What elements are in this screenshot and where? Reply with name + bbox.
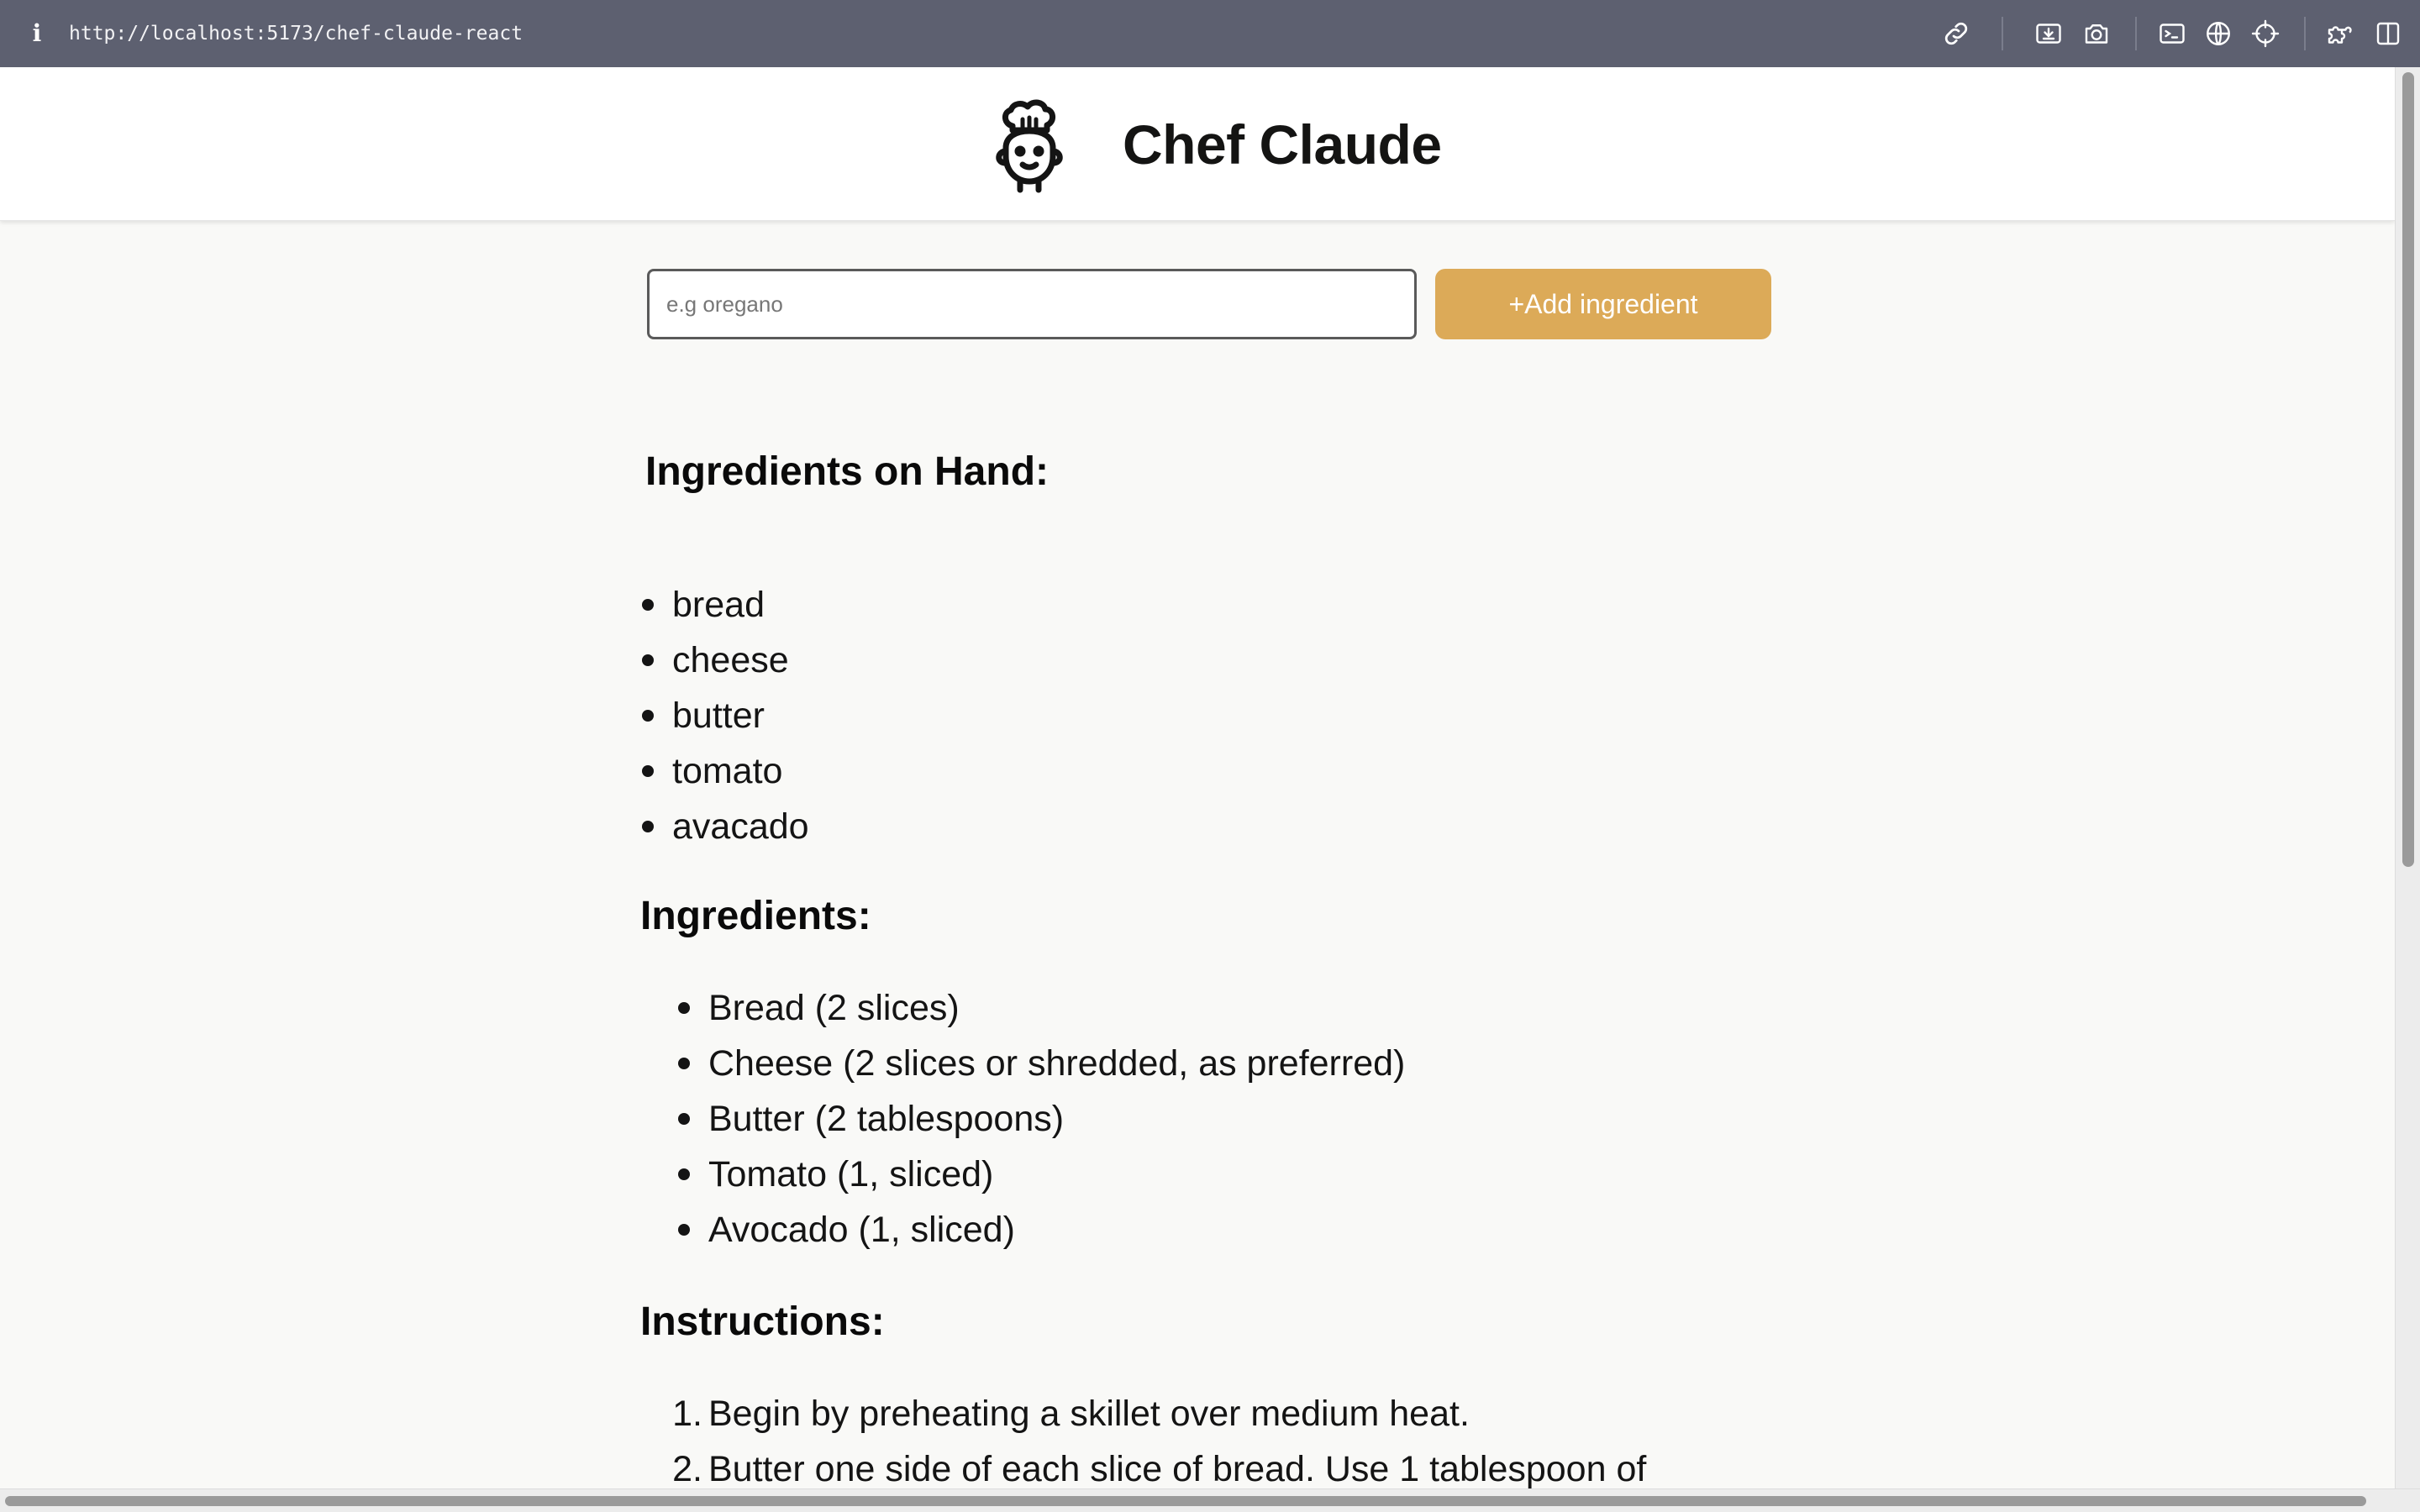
bullet-icon bbox=[678, 1168, 690, 1180]
on-hand-item: avacado bbox=[672, 806, 809, 847]
horizontal-scroll-thumb[interactable] bbox=[5, 1496, 2366, 1506]
toolbar-divider bbox=[2002, 17, 2003, 50]
on-hand-heading: Ingredients on Hand: bbox=[645, 449, 1049, 494]
address-bar-url[interactable]: http://localhost:5173/chef-claude-react bbox=[69, 18, 523, 49]
bullet-icon bbox=[642, 821, 654, 832]
bullet-icon bbox=[678, 1113, 690, 1125]
add-ingredient-button[interactable]: +Add ingredient bbox=[1435, 269, 1771, 339]
bullet-icon bbox=[678, 1058, 690, 1069]
ingredient-input[interactable] bbox=[647, 269, 1417, 339]
step-number: 1. bbox=[672, 1394, 702, 1434]
horizontal-scrollbar[interactable] bbox=[0, 1488, 2420, 1512]
recipe-ingredients-heading: Ingredients: bbox=[640, 894, 871, 938]
bullet-icon bbox=[678, 1224, 690, 1236]
bullet-icon bbox=[678, 1002, 690, 1014]
toolbar-divider bbox=[2135, 17, 2137, 50]
recipe-ingredient: Tomato (1, sliced) bbox=[708, 1154, 994, 1194]
camera-icon[interactable] bbox=[2081, 18, 2112, 49]
on-hand-item: cheese bbox=[672, 640, 789, 680]
vertical-scrollbar[interactable] bbox=[2395, 67, 2420, 1488]
bullet-icon bbox=[642, 599, 654, 611]
globe-icon[interactable] bbox=[2203, 18, 2233, 49]
on-hand-item: bread bbox=[672, 585, 765, 625]
chef-icon bbox=[985, 96, 1074, 195]
instruction-step: Butter one side of each slice of bread. … bbox=[708, 1449, 1647, 1488]
browser-toolbar: i http://localhost:5173/chef-claude-reac… bbox=[0, 0, 2420, 67]
puzzle-icon[interactable] bbox=[2324, 18, 2354, 49]
download-icon[interactable] bbox=[2033, 18, 2064, 49]
page-viewport: Chef Claude +Add ingredient Ingredients … bbox=[0, 67, 2395, 1488]
toolbar-divider bbox=[2304, 17, 2306, 50]
recipe-ingredient: Bread (2 slices) bbox=[708, 988, 960, 1028]
recipe-ingredient: Cheese (2 slices or shredded, as preferr… bbox=[708, 1043, 1406, 1084]
app-title: Chef Claude bbox=[1123, 113, 1442, 176]
crosshair-icon[interactable] bbox=[2250, 18, 2281, 49]
instructions-heading: Instructions: bbox=[640, 1299, 885, 1344]
instruction-step: Begin by preheating a skillet over mediu… bbox=[708, 1394, 1470, 1434]
site-info-icon[interactable]: i bbox=[27, 18, 47, 49]
terminal-icon[interactable] bbox=[2157, 18, 2187, 49]
sidebar-icon[interactable] bbox=[2373, 18, 2403, 49]
vertical-scroll-thumb[interactable] bbox=[2402, 72, 2414, 867]
step-number: 2. bbox=[672, 1449, 702, 1488]
link-icon[interactable] bbox=[1941, 18, 1971, 49]
on-hand-item: butter bbox=[672, 696, 765, 736]
bullet-icon bbox=[642, 765, 654, 777]
app-header: Chef Claude bbox=[0, 67, 2395, 221]
bullet-icon bbox=[642, 710, 654, 722]
bullet-icon bbox=[642, 654, 654, 666]
on-hand-item: tomato bbox=[672, 751, 783, 791]
recipe-ingredient: Avocado (1, sliced) bbox=[708, 1210, 1015, 1250]
recipe-ingredient: Butter (2 tablespoons) bbox=[708, 1099, 1065, 1139]
